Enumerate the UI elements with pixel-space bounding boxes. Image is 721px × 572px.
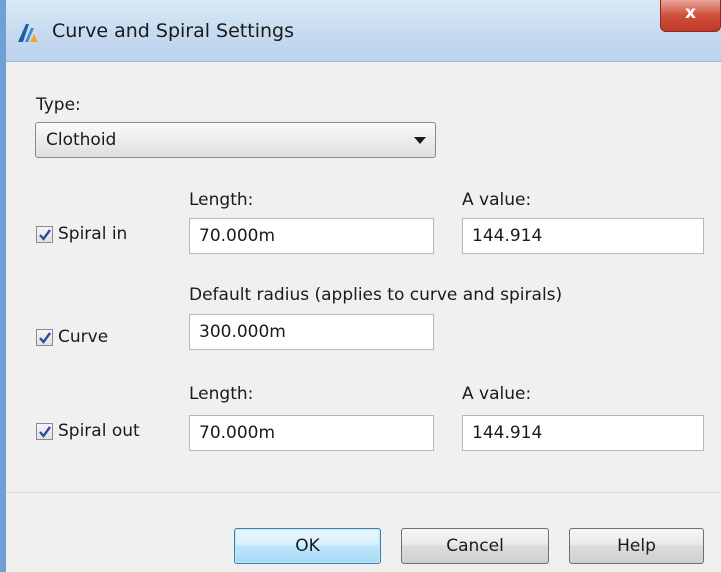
checkmark-icon	[39, 229, 51, 241]
spiral-out-a-value-input[interactable]: 144.914	[462, 415, 704, 451]
window-title: Curve and Spiral Settings	[52, 20, 294, 42]
spiral-in-checkbox[interactable]	[36, 226, 53, 243]
spiral-in-label: Spiral in	[58, 224, 128, 244]
app-logo-icon	[16, 22, 40, 44]
checkmark-icon	[39, 332, 51, 344]
spiral-in-checkbox-row[interactable]: Spiral in	[36, 224, 166, 248]
spiral-out-label: Spiral out	[58, 421, 140, 441]
curve-checkbox-row[interactable]: Curve	[36, 327, 146, 351]
ok-button[interactable]: OK	[234, 528, 381, 564]
help-button[interactable]: Help	[569, 528, 704, 564]
spiral-out-length-label: Length:	[189, 384, 254, 404]
type-dropdown[interactable]: Clothoid	[35, 122, 436, 158]
title-bar[interactable]: Curve and Spiral Settings x	[6, 0, 721, 62]
cancel-button[interactable]: Cancel	[401, 528, 549, 564]
dialog-window: Curve and Spiral Settings x Type: Clotho…	[0, 0, 721, 572]
type-label: Type:	[36, 95, 81, 115]
checkmark-icon	[39, 426, 51, 438]
spiral-in-a-value-input[interactable]: 144.914	[462, 218, 704, 254]
close-icon: x	[685, 3, 696, 23]
close-button[interactable]: x	[660, 0, 721, 32]
type-selected-value: Clothoid	[46, 130, 117, 150]
spiral-in-length-label: Length:	[189, 190, 254, 210]
spiral-in-a-value-label: A value:	[462, 190, 532, 210]
spiral-out-checkbox[interactable]	[36, 423, 53, 440]
curve-checkbox[interactable]	[36, 329, 53, 346]
spiral-out-length-input[interactable]: 70.000m	[189, 415, 434, 451]
default-radius-label: Default radius (applies to curve and spi…	[189, 285, 563, 305]
curve-label: Curve	[58, 327, 109, 347]
spiral-in-length-input[interactable]: 70.000m	[189, 218, 434, 254]
default-radius-input[interactable]: 300.000m	[189, 314, 434, 350]
spiral-out-checkbox-row[interactable]: Spiral out	[36, 421, 176, 445]
chevron-down-icon[interactable]	[414, 137, 426, 144]
spiral-out-a-value-label: A value:	[462, 384, 532, 404]
